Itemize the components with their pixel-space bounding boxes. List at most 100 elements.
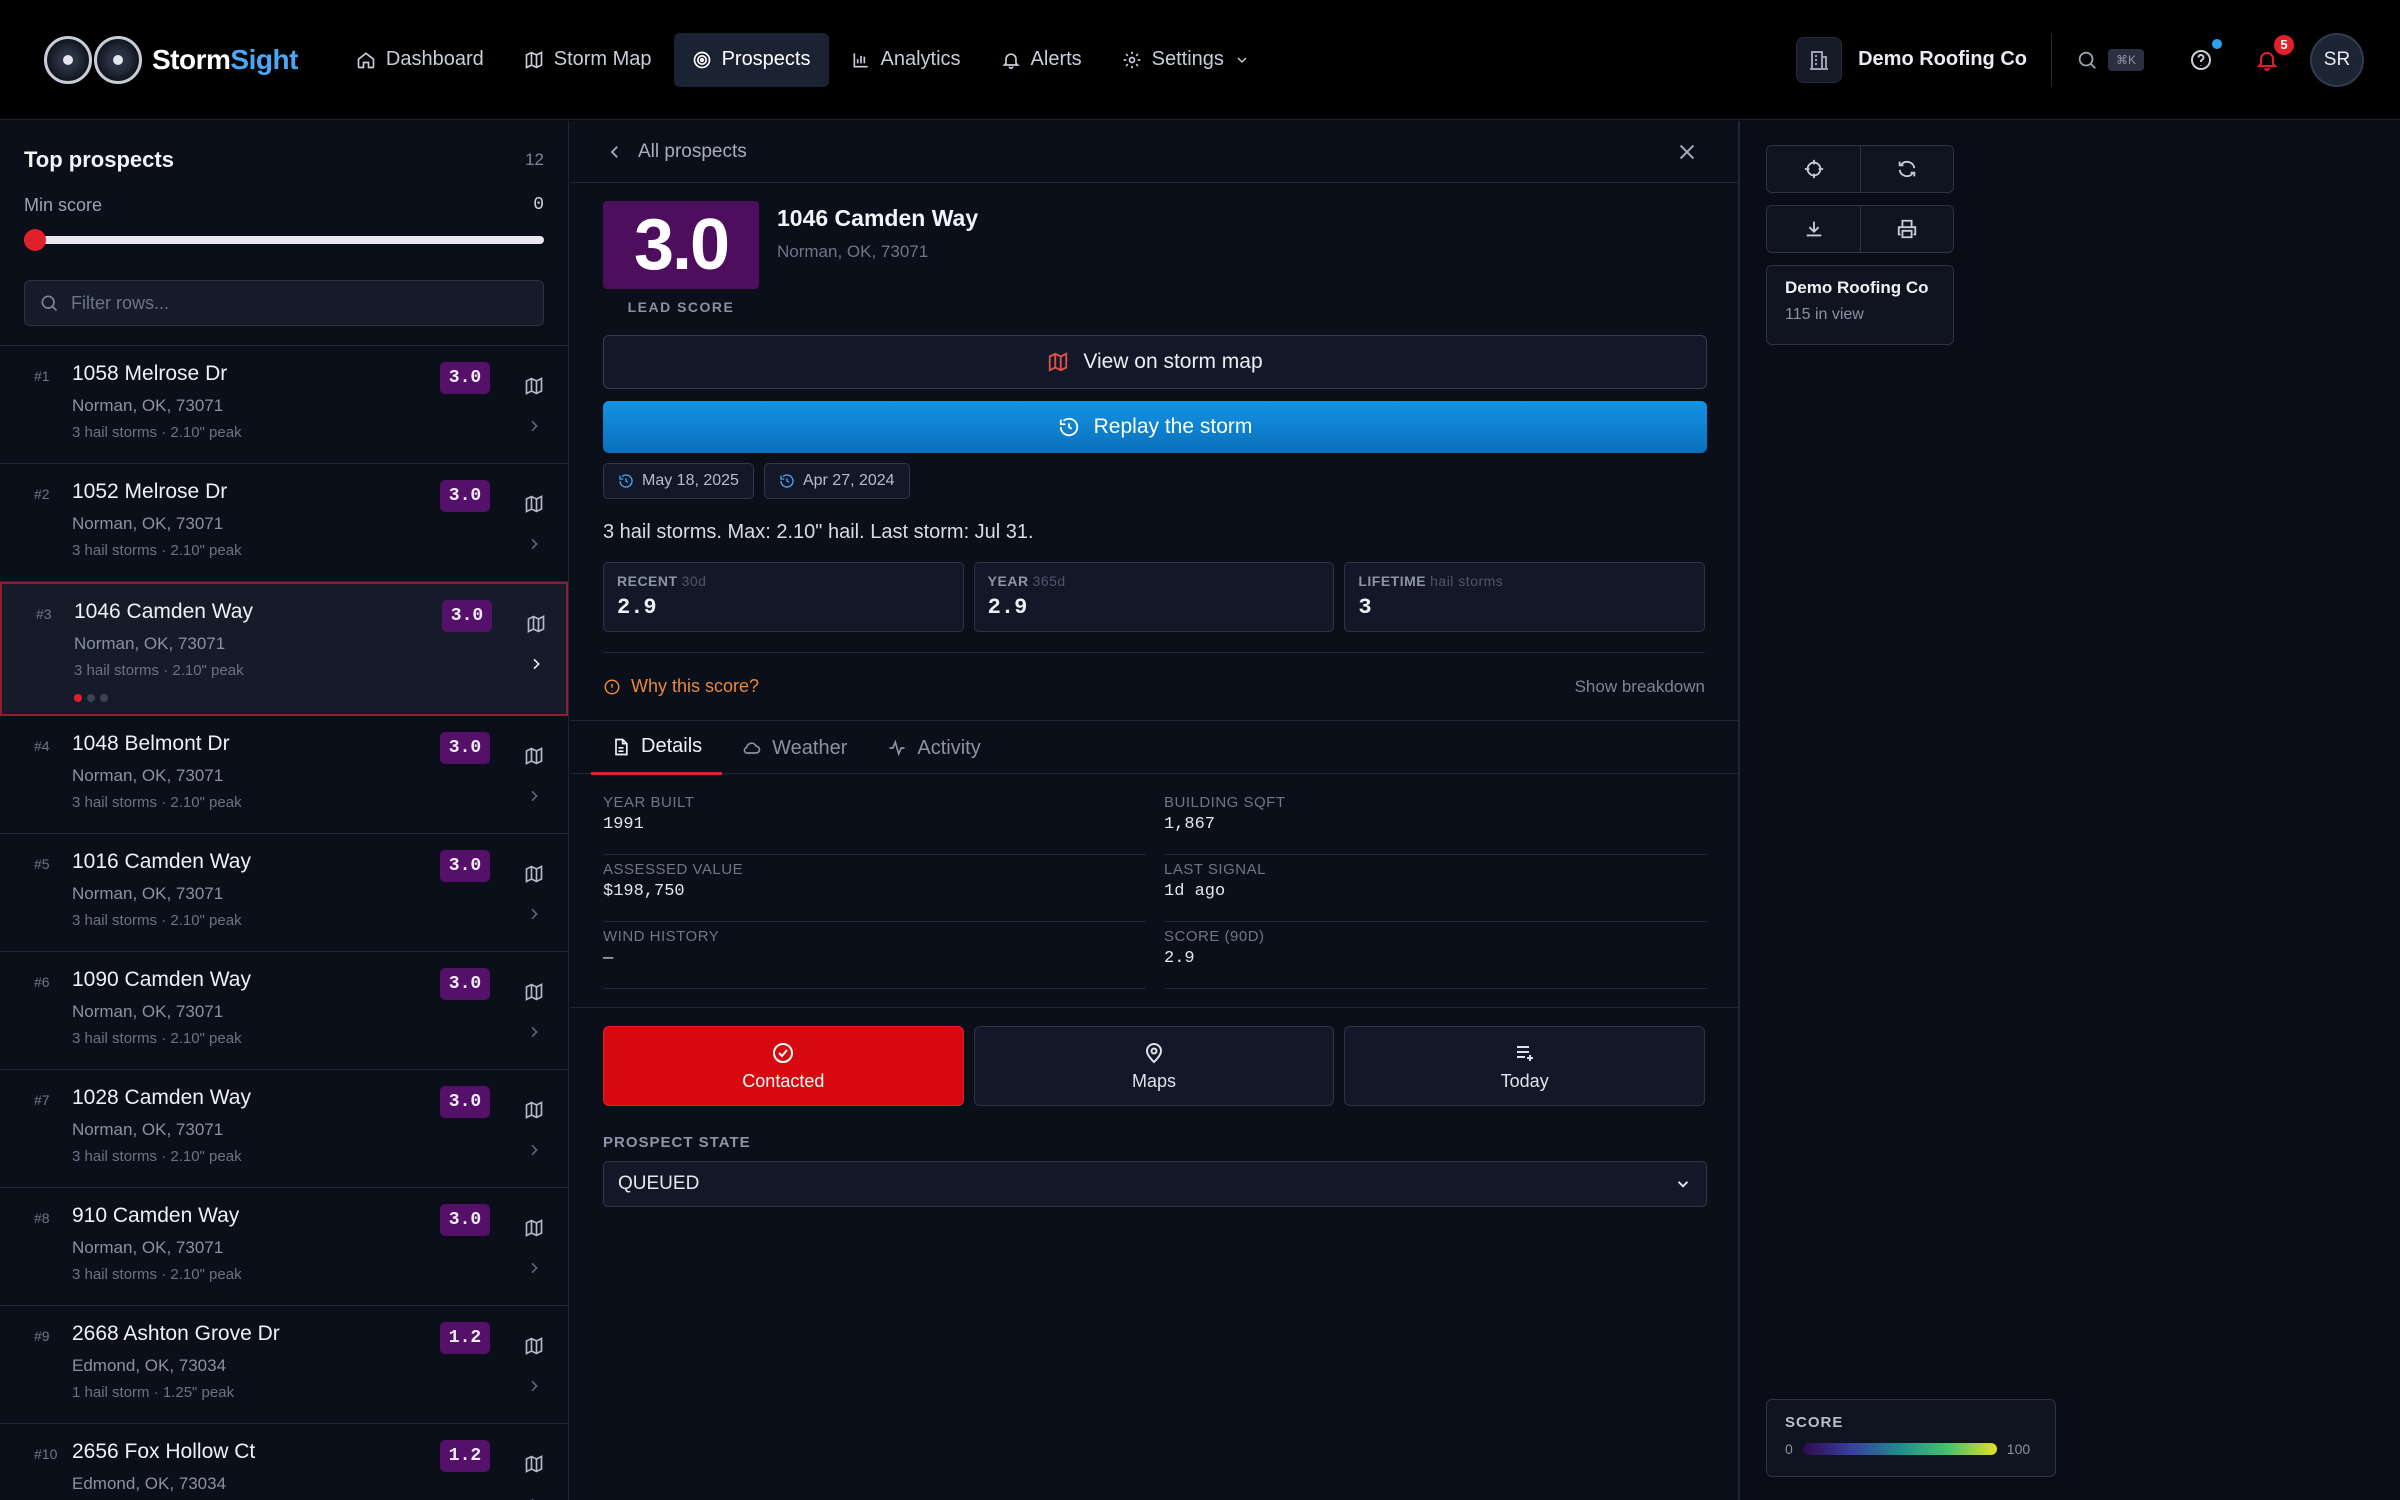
map-org-card: Demo Roofing Co 115 in view <box>1766 265 1954 345</box>
nav-settings[interactable]: Settings <box>1104 33 1268 87</box>
map-icon[interactable] <box>524 376 544 396</box>
stat-year: YEAR 365d 2.9 <box>973 562 1335 632</box>
prospect-state-label: PROSPECT STATE <box>603 1134 751 1151</box>
chevron-right-icon[interactable] <box>526 906 542 922</box>
prospect-row[interactable]: #1 1058 Melrose Dr Norman, OK, 73071 3 h… <box>0 346 568 464</box>
prospect-row[interactable]: #5 1016 Camden Way Norman, OK, 73071 3 h… <box>0 834 568 952</box>
nav-dashboard[interactable]: Dashboard <box>338 33 502 87</box>
chevron-right-icon[interactable] <box>528 656 544 672</box>
tab-details[interactable]: Details <box>591 721 723 775</box>
property-details: YEAR BUILT 1991 BUILDING SQFT 1,867 ASSESS… <box>603 788 1707 989</box>
storm-date-chip[interactable]: May 18, 2025 <box>603 463 754 499</box>
storm-date-chip[interactable]: Apr 27, 2024 <box>763 463 910 499</box>
list-header: Top prospects 12 Min score 0 <box>0 121 568 346</box>
prospect-row[interactable]: #3 1046 Camden Way Norman, OK, 73071 3 h… <box>0 582 568 716</box>
back-to-all-prospects[interactable]: All prospects <box>606 141 747 163</box>
nav-storm-map[interactable]: Storm Map <box>506 33 670 87</box>
map-icon[interactable] <box>524 1336 544 1356</box>
prospect-storm-meta: 3 hail storms · 2.10" peak <box>72 542 242 559</box>
map-icon[interactable] <box>524 494 544 514</box>
legend-min: 0 <box>1785 1441 1793 1457</box>
filter-field[interactable] <box>24 280 544 326</box>
target-icon <box>693 51 710 68</box>
chevron-right-icon[interactable] <box>526 418 542 434</box>
contacted-button[interactable]: Contacted <box>603 1026 964 1106</box>
map-icon[interactable] <box>524 1218 544 1238</box>
tab-weather-label: Weather <box>772 736 848 759</box>
prospect-row[interactable]: #8 910 Camden Way Norman, OK, 73071 3 ha… <box>0 1188 568 1306</box>
prospect-city: Norman, OK, 73071 <box>72 1238 224 1257</box>
nav-analytics[interactable]: Analytics <box>833 33 979 87</box>
min-score-slider[interactable] <box>24 229 544 251</box>
prospect-row[interactable]: #7 1028 Camden Way Norman, OK, 73071 3 h… <box>0 1070 568 1188</box>
slider-track[interactable] <box>24 236 544 244</box>
download-button[interactable] <box>1767 206 1860 252</box>
prospect-score-badge: 3.0 <box>440 362 490 394</box>
chevron-right-icon[interactable] <box>526 1260 542 1276</box>
chevron-right-icon[interactable] <box>526 536 542 552</box>
prospect-row[interactable]: #9 2668 Ashton Grove Dr Edmond, OK, 7303… <box>0 1306 568 1424</box>
refresh-icon <box>1898 160 1916 178</box>
map-icon[interactable] <box>524 1100 544 1120</box>
bell-icon <box>1001 52 1020 69</box>
stat-recent: RECENT 30d 2.9 <box>603 562 964 632</box>
legend-max: 100 <box>2006 1441 2031 1457</box>
org-switcher[interactable]: Demo Roofing Co <box>1796 32 2052 87</box>
image-pager-dots[interactable] <box>74 694 108 702</box>
prospect-score-badge: 3.0 <box>440 732 490 764</box>
detail-field: ASSESSED VALUE $198,750 <box>603 855 1146 922</box>
prospect-state-select[interactable]: QUEUED <box>603 1161 1707 1207</box>
help-button[interactable] <box>2178 37 2224 83</box>
filter-input[interactable] <box>71 292 531 314</box>
nav-prospects[interactable]: Prospects <box>673 32 829 87</box>
nav-prospects-label: Prospects <box>721 48 811 70</box>
why-label: Why this score? <box>631 676 760 696</box>
prospect-row[interactable]: #6 1090 Camden Way Norman, OK, 73071 3 h… <box>0 952 568 1070</box>
notifications-button[interactable]: 5 <box>2244 34 2294 83</box>
storm-sight-logo[interactable]: StormSight <box>44 35 298 84</box>
map-pin-icon <box>1145 1042 1163 1063</box>
prospect-row[interactable]: #10 2656 Fox Hollow Ct Edmond, OK, 73034… <box>0 1424 568 1500</box>
prospect-row[interactable]: #4 1048 Belmont Dr Norman, OK, 73071 3 h… <box>0 716 568 834</box>
prospect-address: 1046 Camden Way <box>777 205 979 231</box>
prospect-city: Norman, OK, 73071 <box>74 634 226 653</box>
chevron-right-icon[interactable] <box>526 1496 542 1500</box>
org-name: Demo Roofing Co <box>1858 48 2027 70</box>
view-on-storm-map-button[interactable]: View on storm map <box>603 335 1707 389</box>
chevron-right-icon[interactable] <box>526 1024 542 1040</box>
print-button[interactable] <box>1860 206 1953 252</box>
close-icon[interactable] <box>1676 141 1698 163</box>
map-icon[interactable] <box>524 1454 544 1474</box>
maps-button[interactable]: Maps <box>973 1026 1335 1106</box>
today-button[interactable]: Today <box>1344 1026 1706 1106</box>
home-icon <box>357 51 375 68</box>
replay-storm-button[interactable]: Replay the storm <box>603 401 1707 453</box>
prospect-city: Norman, OK, 73071 <box>72 396 224 415</box>
map-icon[interactable] <box>526 614 546 634</box>
refresh-button[interactable] <box>1860 146 1953 192</box>
why-this-score-link[interactable]: Why this score? <box>603 676 759 697</box>
map-icon[interactable] <box>524 864 544 884</box>
prospect-score-badge: 3.0 <box>440 850 490 882</box>
chevron-right-icon[interactable] <box>526 1378 542 1394</box>
chevron-right-icon[interactable] <box>526 1142 542 1158</box>
tab-activity[interactable]: Activity <box>867 721 1000 775</box>
map-icon <box>525 50 543 69</box>
today-label: Today <box>1500 1070 1549 1091</box>
show-breakdown-link[interactable]: Show breakdown <box>1575 677 1705 697</box>
storm-map-area[interactable]: Demo Roofing Co 115 in view SCORE 0 100 <box>1742 121 2400 1500</box>
help-icon <box>2191 49 2211 70</box>
search-button[interactable]: ⌘K <box>2076 48 2144 71</box>
prospect-detail-panel: All prospects 3.0 LEAD SCORE 1046 Camden… <box>570 121 1740 1500</box>
prospect-row[interactable]: #2 1052 Melrose Dr Norman, OK, 73071 3 h… <box>0 464 568 582</box>
locate-button[interactable] <box>1767 146 1860 192</box>
map-icon[interactable] <box>524 746 544 766</box>
tab-weather[interactable]: Weather <box>722 721 867 775</box>
prospect-city: Norman, OK, 73071 <box>72 1120 224 1139</box>
user-avatar[interactable]: SR <box>2310 32 2364 87</box>
slider-thumb[interactable] <box>24 229 46 251</box>
chevron-right-icon[interactable] <box>526 788 542 804</box>
map-icon[interactable] <box>524 982 544 1002</box>
list-add-icon <box>1516 1045 1533 1061</box>
nav-alerts[interactable]: Alerts <box>983 33 1100 87</box>
